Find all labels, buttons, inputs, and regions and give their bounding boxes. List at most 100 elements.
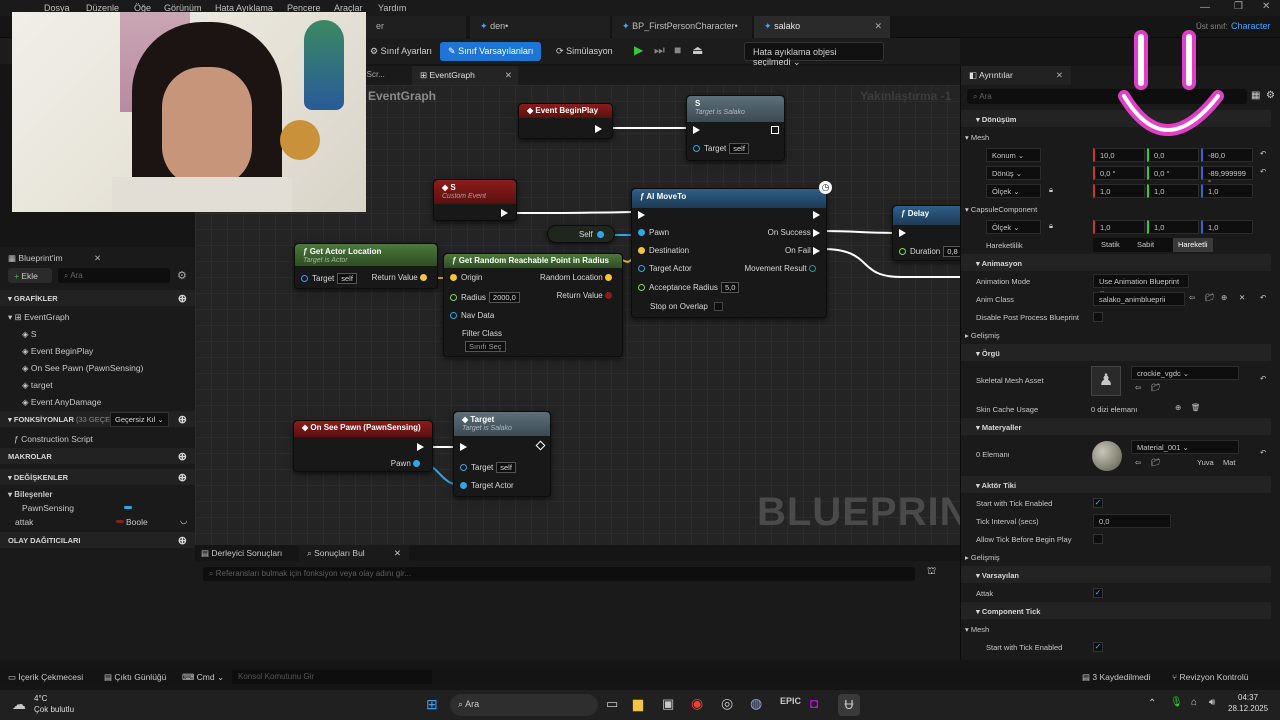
close-panel-icon[interactable]: ✕ bbox=[94, 253, 101, 264]
eye-icon[interactable]: ◡ bbox=[180, 515, 187, 526]
exec-in-pin[interactable] bbox=[693, 125, 700, 134]
epic-games-icon[interactable]: EPIC bbox=[780, 696, 801, 706]
find-results-search[interactable]: ⌕ Referansları bulmak için fonksiyon vey… bbox=[203, 567, 915, 581]
attak-checkbox[interactable]: ✓ bbox=[1093, 588, 1103, 598]
return-value-pin[interactable]: Return Value bbox=[372, 273, 431, 282]
rotation-x[interactable]: 0,0 ° bbox=[1093, 166, 1145, 180]
target-pin[interactable]: Target self bbox=[460, 462, 516, 473]
menu-help[interactable]: Yardım bbox=[378, 3, 406, 13]
component-mesh-row[interactable]: ▾ Mesh bbox=[961, 620, 1271, 638]
reset-icon[interactable]: ↶ bbox=[1260, 374, 1266, 383]
stop-icon[interactable]: ■ bbox=[674, 43, 681, 57]
random-location-pin[interactable]: Random Location bbox=[540, 273, 616, 282]
clock-date[interactable]: 28.12.2025 bbox=[1228, 704, 1268, 713]
mobility-stationary[interactable]: Sabit bbox=[1137, 240, 1154, 249]
advanced-row[interactable]: ▸ Gelişmiş bbox=[961, 326, 1271, 344]
add-element-icon[interactable]: ⊕ bbox=[1175, 403, 1181, 412]
debug-object-dropdown[interactable]: Hata ayıklama objesi seçilmedi ⌄ bbox=[744, 42, 884, 67]
rotation-dropdown[interactable]: Dönüş ⌄ bbox=[986, 166, 1041, 180]
content-drawer-button[interactable]: ▭ İçerik Çekmecesi bbox=[8, 672, 83, 683]
tab-scene[interactable]: er bbox=[366, 16, 466, 38]
app-icon[interactable]: ◘ bbox=[810, 695, 818, 711]
movement-result-pin[interactable]: Movement Result bbox=[745, 264, 820, 273]
destination-pin[interactable]: Destination bbox=[638, 246, 689, 255]
github-icon[interactable]: ◎ bbox=[721, 695, 733, 712]
details-tab[interactable]: ◧ Ayrıntılar ✕ bbox=[961, 66, 1071, 85]
use-selected-icon[interactable]: ⇦ bbox=[1189, 293, 1195, 302]
unsaved-button[interactable]: ▤ 3 Kaydedilmedi bbox=[1082, 672, 1151, 683]
revision-control-button[interactable]: ⑂ Revizyon Kontrolü bbox=[1172, 672, 1248, 682]
chrome-icon[interactable]: ◉ bbox=[691, 695, 703, 712]
mic-icon[interactable]: 🎙︎ bbox=[1170, 697, 1183, 708]
exec-out-pin[interactable] bbox=[417, 442, 424, 451]
target-pin[interactable]: Target self bbox=[693, 143, 749, 154]
table-view-icon[interactable]: ▦ bbox=[1251, 90, 1260, 101]
gear-icon[interactable]: ⚙ bbox=[1266, 90, 1275, 101]
radius-pin[interactable]: Radius 2000,0 bbox=[450, 292, 520, 303]
pin-value[interactable]: 2000,0 bbox=[488, 292, 520, 303]
store-icon[interactable]: ▣ bbox=[662, 696, 674, 712]
close-tab-icon[interactable]: ✕ bbox=[874, 21, 882, 32]
duration-pin[interactable]: Duration 0,8 bbox=[899, 246, 960, 257]
origin-pin[interactable]: Origin bbox=[450, 273, 482, 282]
cmd-dropdown[interactable]: ⌨ Cmd ⌄ bbox=[182, 672, 224, 683]
variables-section-header[interactable]: ▾ DEĞİŞKENLER ⊕ bbox=[0, 469, 195, 485]
windows-start-icon[interactable]: ⊞ bbox=[426, 696, 438, 713]
tab-den[interactable]: ✦ den• bbox=[470, 16, 610, 38]
exec-out-pin[interactable] bbox=[813, 210, 820, 219]
add-variable-icon[interactable]: ⊕ bbox=[178, 471, 187, 484]
network-icon[interactable]: ⌂ bbox=[1191, 697, 1197, 708]
section-actor-tick[interactable]: ▾ Aktör Tiki bbox=[961, 476, 1271, 493]
node-set-target[interactable]: ◆ Target Target is Salako Target self Tar… bbox=[453, 411, 551, 497]
node-get-actor-location[interactable]: ƒ Get Actor Location Target is Actor Tar… bbox=[294, 243, 438, 289]
functions-section-header[interactable]: ▾ FONKSİYONLAR (33 GEÇERSİ Geçersiz Kıl … bbox=[0, 411, 195, 427]
file-explorer-icon[interactable]: ▆ bbox=[633, 696, 643, 712]
pin-value[interactable]: 5,0 bbox=[720, 282, 740, 293]
dispatchers-section-header[interactable]: OLAY DAĞITICILARI ⊕ bbox=[0, 532, 195, 548]
browse-icon[interactable]: 📁︎ bbox=[1151, 458, 1161, 467]
exec-out-pin[interactable] bbox=[771, 125, 779, 134]
pawn-out-pin[interactable]: Pawn bbox=[391, 459, 424, 468]
nav-data-pin[interactable]: Nav Data bbox=[450, 311, 494, 320]
use-selected-icon[interactable]: ⇦ bbox=[1135, 383, 1141, 392]
graph-item-s[interactable]: ◈ S bbox=[0, 325, 195, 341]
node-custom-event-s[interactable]: ◆ S Custom Event bbox=[433, 179, 517, 221]
skeletal-mesh-dropdown[interactable]: crockie_vgdc ⌄ bbox=[1131, 366, 1239, 380]
capsule-scale-x[interactable]: 1,0 bbox=[1093, 220, 1145, 234]
scale-x[interactable]: 1,0 bbox=[1093, 184, 1145, 198]
clock-time[interactable]: 04:37 bbox=[1238, 693, 1258, 702]
graph-item-on-see-pawn[interactable]: ◈ On See Pawn (PawnSensing) bbox=[0, 359, 195, 375]
section-mesh[interactable]: ▾ Örgü bbox=[961, 344, 1271, 361]
macros-section-header[interactable]: MAKROLAR ⊕ bbox=[0, 448, 195, 464]
browse-icon[interactable]: 📁︎ bbox=[1151, 383, 1161, 392]
add-function-icon[interactable]: ⊕ bbox=[178, 413, 187, 426]
tab-salako[interactable]: ✦ salako ✕ bbox=[754, 16, 890, 38]
scale-y[interactable]: 1,0 bbox=[1147, 184, 1199, 198]
tab-compiler-results[interactable]: ▤ Derleyici Sonuçları bbox=[201, 548, 282, 559]
stop-on-overlap-pin[interactable]: Stop on Overlap bbox=[650, 302, 724, 312]
node-s-call[interactable]: S Target is Salako Target self bbox=[686, 95, 785, 161]
maximize-icon[interactable]: ❐ bbox=[1234, 1, 1243, 12]
node-ai-moveto[interactable]: ƒ AI MoveTo Pawn On Success Destination … bbox=[631, 188, 827, 318]
graph-item-target[interactable]: ◈ target bbox=[0, 376, 195, 392]
comp-start-tick-checkbox[interactable]: ✓ bbox=[1093, 642, 1103, 652]
add-dispatcher-icon[interactable]: ⊕ bbox=[178, 534, 187, 547]
exec-in-pin[interactable] bbox=[638, 210, 645, 219]
exec-out-pin[interactable] bbox=[595, 124, 602, 133]
return-value-pin[interactable]: Return Value bbox=[557, 291, 616, 300]
unreal-engine-icon[interactable]: Ʉ bbox=[838, 694, 860, 716]
add-macro-icon[interactable]: ⊕ bbox=[178, 450, 187, 463]
section-animation[interactable]: ▾ Animasyon bbox=[961, 254, 1271, 271]
reset-icon[interactable]: ↶ bbox=[1260, 149, 1266, 158]
filter-class-dropdown[interactable]: Sınıfı Seç bbox=[462, 341, 506, 352]
material-thumbnail[interactable] bbox=[1092, 441, 1122, 471]
class-defaults-button[interactable]: ✎ Sınıf Varsayılanları bbox=[440, 42, 542, 61]
scale-dropdown[interactable]: Ölçek ⌄ bbox=[986, 184, 1041, 198]
scale-z[interactable]: 1,0 bbox=[1201, 184, 1253, 198]
advanced2-row[interactable]: ▸ Gelişmiş bbox=[961, 548, 1271, 566]
chevron-up-icon[interactable]: ⌃ bbox=[1148, 698, 1156, 709]
eject-icon[interactable]: ⏏ bbox=[692, 43, 703, 57]
reset-icon[interactable]: ↶ bbox=[1260, 448, 1266, 457]
reset-icon[interactable]: ↶ bbox=[1260, 167, 1266, 176]
graph-item-beginplay[interactable]: ◈ Event BeginPlay bbox=[0, 342, 195, 358]
